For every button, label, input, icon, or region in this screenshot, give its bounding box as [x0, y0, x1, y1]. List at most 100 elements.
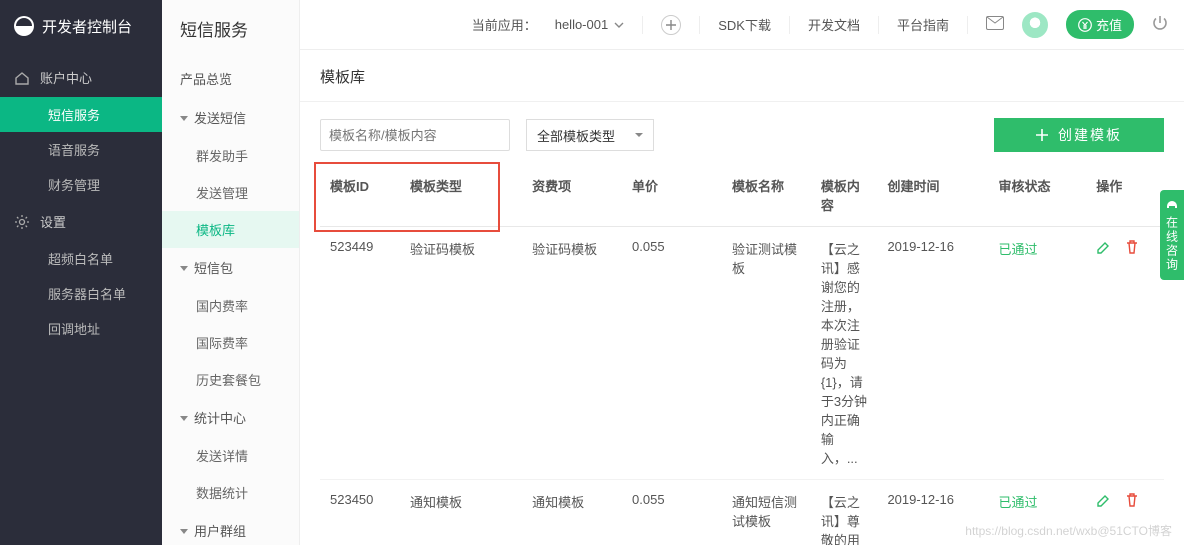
plus-icon: [665, 19, 677, 31]
table-cell: 验证码模板: [522, 227, 622, 480]
column-header: 模板ID: [320, 164, 400, 227]
column-header: 模板名称: [722, 164, 811, 227]
topbar: 当前应用： hello-001 SDK下载 开发文档 平台指南 充值: [300, 0, 1184, 50]
table-cell: 523450: [320, 480, 400, 545]
delete-button[interactable]: [1124, 239, 1140, 258]
subnav-group-发送短信[interactable]: 发送短信: [162, 98, 299, 137]
online-consult-button[interactable]: 在线咨询: [1160, 190, 1184, 280]
secondary-sidebar: 短信服务 产品总览发送短信群发助手发送管理模板库短信包国内费率国际费率历史套餐包…: [162, 0, 300, 545]
headset-icon: [1165, 198, 1179, 212]
subnav-item-产品总览[interactable]: 产品总览: [162, 59, 299, 98]
column-header: 操作: [1086, 164, 1164, 227]
main-area: 当前应用： hello-001 SDK下载 开发文档 平台指南 充值: [300, 0, 1184, 545]
topnav-link-sdk[interactable]: SDK下载: [718, 15, 771, 34]
create-template-button[interactable]: 创建模板: [994, 118, 1164, 152]
template-type-value: 全部模板类型: [537, 126, 615, 145]
column-header: 创建时间: [877, 164, 988, 227]
current-app-value: hello-001: [555, 17, 609, 32]
edit-icon[interactable]: [1096, 492, 1112, 508]
edit-button[interactable]: [1096, 239, 1112, 258]
sidebar-item-回调地址[interactable]: 回调地址: [0, 311, 162, 346]
sidebar-item-服务器白名单[interactable]: 服务器白名单: [0, 276, 162, 311]
table-cell: 通知模板: [522, 480, 622, 545]
logo-icon: [12, 14, 36, 38]
power-button[interactable]: [1152, 15, 1168, 34]
subnav-group-统计中心[interactable]: 统计中心: [162, 398, 299, 437]
table-row: 523449验证码模板验证码模板0.055验证测试模板【云之讯】感谢您的注册，本…: [320, 227, 1164, 480]
sidebar-item-财务管理[interactable]: 财务管理: [0, 167, 162, 202]
mail-icon: [986, 16, 1004, 30]
create-template-label: 创建模板: [1058, 125, 1122, 145]
sidebar-group-label: 账户中心: [40, 68, 92, 87]
subnav-item-历史套餐包[interactable]: 历史套餐包: [162, 361, 299, 398]
messages-button[interactable]: [986, 16, 1004, 33]
column-header: 模板类型: [400, 164, 522, 227]
table-cell: 【云之讯】感谢您的注册，本次注册验证码为{1}，请于3分钟内正确输入，...: [811, 227, 878, 480]
yen-icon: [1078, 18, 1092, 32]
template-type-select[interactable]: 全部模板类型: [526, 119, 654, 151]
subnav-item-国内费率[interactable]: 国内费率: [162, 287, 299, 324]
subnav-item-国际费率[interactable]: 国际费率: [162, 324, 299, 361]
table-cell: 0.055: [622, 227, 722, 480]
table-cell: 验证码模板: [400, 227, 522, 480]
home-icon: [14, 70, 30, 86]
plus-icon: [1036, 129, 1048, 141]
toolbar: 全部模板类型 创建模板: [320, 118, 1164, 152]
subnav-item-发送详情[interactable]: 发送详情: [162, 437, 299, 474]
search-box[interactable]: [320, 119, 510, 151]
subnav-item-发送管理[interactable]: 发送管理: [162, 174, 299, 211]
table-cell: 2019-12-16: [877, 227, 988, 480]
add-app-button[interactable]: [661, 15, 681, 35]
secondary-sidebar-title: 短信服务: [162, 0, 299, 59]
status-cell: 已通过: [988, 227, 1086, 480]
subnav-item-模板库[interactable]: 模板库: [162, 211, 299, 248]
column-header: 资费项: [522, 164, 622, 227]
edit-button[interactable]: [1096, 492, 1112, 511]
avatar[interactable]: [1022, 12, 1048, 38]
sidebar-item-短信服务[interactable]: 短信服务: [0, 97, 162, 132]
online-consult-label: 在线咨询: [1164, 216, 1181, 272]
search-input[interactable]: [329, 128, 505, 143]
topnav-link-guide[interactable]: 平台指南: [897, 15, 949, 34]
current-app-label: 当前应用：: [472, 15, 537, 34]
template-table: 模板ID模板类型资费项单价模板名称模板内容创建时间审核状态操作 523449验证…: [320, 164, 1164, 545]
primary-sidebar: 开发者控制台 账户中心短信服务语音服务财务管理设置超频白名单服务器白名单回调地址: [0, 0, 162, 545]
delete-button[interactable]: [1124, 492, 1140, 511]
column-header: 单价: [622, 164, 722, 227]
column-header: 审核状态: [988, 164, 1086, 227]
topnav-link-docs[interactable]: 开发文档: [808, 15, 860, 34]
trash-icon[interactable]: [1124, 492, 1140, 508]
brand-logo: 开发者控制台: [0, 0, 162, 58]
subnav-group-用户群组[interactable]: 用户群组: [162, 511, 299, 545]
table-cell: 通知模板: [400, 480, 522, 545]
table-header-row: 模板ID模板类型资费项单价模板名称模板内容创建时间审核状态操作: [320, 164, 1164, 227]
edit-icon[interactable]: [1096, 239, 1112, 255]
page-title: 模板库: [300, 50, 1184, 102]
sidebar-item-超频白名单[interactable]: 超频白名单: [0, 241, 162, 276]
gear-icon: [14, 214, 30, 230]
table-cell: 0.055: [622, 480, 722, 545]
sidebar-item-语音服务[interactable]: 语音服务: [0, 132, 162, 167]
status-badge: 已通过: [998, 242, 1037, 257]
brand-text: 开发者控制台: [42, 16, 132, 37]
column-header: 模板内容: [811, 164, 878, 227]
table-cell: 【云之讯】尊敬的用户，您已成功报名我: [811, 480, 878, 545]
chevron-down-icon: [614, 20, 624, 30]
sidebar-group-账户中心[interactable]: 账户中心: [0, 58, 162, 97]
ops-cell: [1086, 227, 1164, 480]
subnav-item-数据统计[interactable]: 数据统计: [162, 474, 299, 511]
table-cell: 通知短信测试模板: [722, 480, 811, 545]
power-icon: [1152, 15, 1168, 31]
subnav-group-短信包[interactable]: 短信包: [162, 248, 299, 287]
subnav-item-群发助手[interactable]: 群发助手: [162, 137, 299, 174]
trash-icon[interactable]: [1124, 239, 1140, 255]
content: 全部模板类型 创建模板 模板ID模板类型资费项单价模板名称模板内容创建时间审核状…: [300, 102, 1184, 545]
sidebar-group-设置[interactable]: 设置: [0, 202, 162, 241]
recharge-button[interactable]: 充值: [1066, 10, 1134, 39]
sidebar-group-label: 设置: [40, 212, 66, 231]
current-app-selector[interactable]: hello-001: [555, 17, 625, 32]
caret-down-icon: [635, 131, 643, 139]
status-badge: 已通过: [998, 495, 1037, 510]
table-cell: 523449: [320, 227, 400, 480]
watermark: https://blog.csdn.net/wxb@51CTO博客: [965, 522, 1172, 539]
